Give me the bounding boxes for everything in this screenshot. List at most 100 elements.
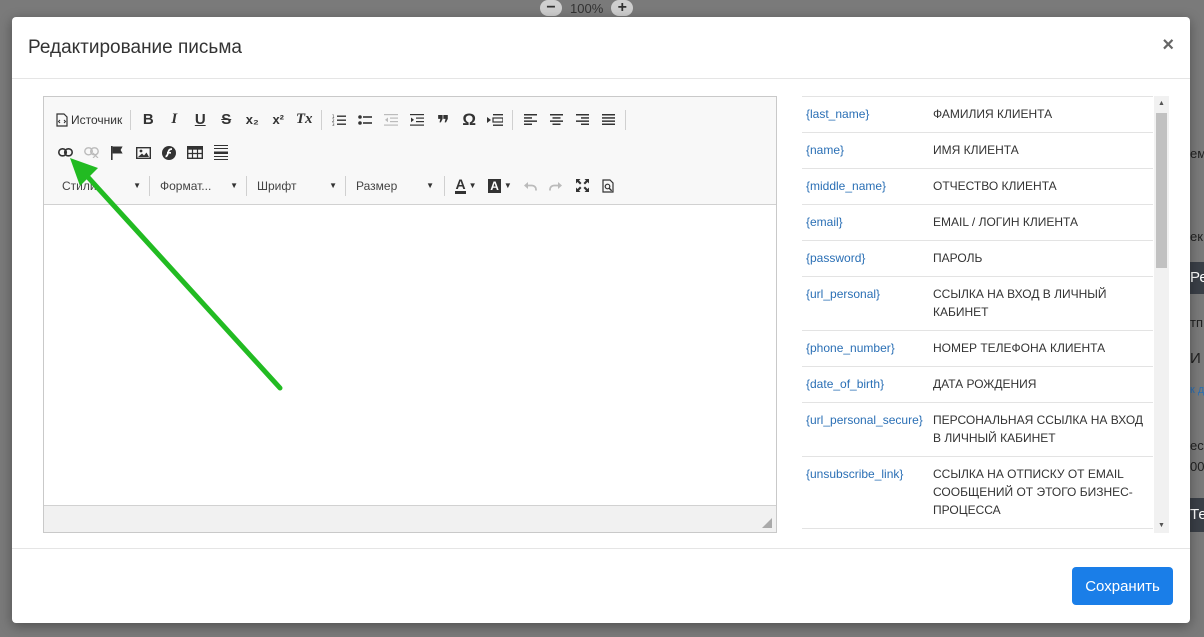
table-row: {middle_name} ОТЧЕСТВО КЛИЕНТА bbox=[802, 168, 1153, 205]
horizontal-rule-button[interactable] bbox=[208, 141, 234, 165]
toolbar-separator bbox=[444, 175, 445, 196]
variable-description: EMAIL / ЛОГИН КЛИЕНТА bbox=[929, 204, 1153, 241]
variable-description: ДАТА РОЖДЕНИЯ bbox=[929, 366, 1153, 403]
resize-grip-icon[interactable] bbox=[762, 518, 772, 528]
variable-key: {date_of_birth} bbox=[802, 366, 929, 403]
zoom-out-button[interactable]: − bbox=[540, 0, 562, 16]
superscript-button[interactable]: x² bbox=[265, 108, 291, 132]
bg-fragment: И bbox=[1190, 350, 1201, 367]
bulleted-list-icon bbox=[358, 114, 373, 125]
chevron-down-icon: ▼ bbox=[329, 181, 337, 190]
italic-button[interactable]: I bbox=[161, 108, 187, 132]
remove-format-button[interactable]: Tx bbox=[291, 108, 317, 132]
special-char-button[interactable]: Ω bbox=[456, 108, 482, 132]
zoom-level: 100% bbox=[570, 0, 604, 16]
chevron-down-icon: ▼ bbox=[503, 181, 512, 190]
toolbar-row-2 bbox=[52, 136, 768, 169]
variable-key: {today} bbox=[802, 528, 929, 533]
scroll-up-icon[interactable]: ▲ bbox=[1154, 96, 1169, 111]
variable-description: НОМЕР ТЕЛЕФОНА КЛИЕНТА bbox=[929, 330, 1153, 367]
text-color-button[interactable]: A ▼ bbox=[449, 174, 483, 198]
horizontal-rule-icon bbox=[214, 144, 228, 160]
indent-button[interactable] bbox=[404, 108, 430, 132]
modal-footer: Сохранить bbox=[12, 548, 1190, 623]
source-button[interactable]: Источник bbox=[52, 108, 126, 132]
zoom-control: − 100% + bbox=[540, 0, 634, 16]
link-button[interactable] bbox=[52, 141, 78, 165]
editor-content-area[interactable] bbox=[44, 205, 776, 505]
table-row: {name} ИМЯ КЛИЕНТА bbox=[802, 132, 1153, 169]
bulleted-list-button[interactable] bbox=[352, 108, 378, 132]
toolbar-separator bbox=[321, 109, 323, 130]
variable-key: {url_personal_secure} bbox=[802, 402, 929, 457]
variable-description: ОТЧЕСТВО КЛИЕНТА bbox=[929, 168, 1153, 205]
scroll-down-icon[interactable]: ▼ bbox=[1154, 518, 1169, 533]
styles-combo[interactable]: Стили ▼ bbox=[52, 174, 147, 198]
styles-combo-label: Стили bbox=[62, 178, 97, 193]
image-button[interactable] bbox=[130, 141, 156, 165]
table-row: {phone_number} НОМЕР ТЕЛЕФОНА КЛИЕНТА bbox=[802, 330, 1153, 367]
flash-button[interactable] bbox=[156, 141, 182, 165]
align-left-button[interactable] bbox=[517, 108, 543, 132]
format-combo-label: Формат... bbox=[160, 178, 212, 193]
font-combo[interactable]: Шрифт ▼ bbox=[249, 174, 343, 198]
bg-fragment: тп bbox=[1190, 315, 1203, 330]
outdent-button[interactable] bbox=[378, 108, 404, 132]
toolbar-row-1: Источник B I U S x₂ x² Tx 123 ❞ Ω bbox=[52, 103, 768, 136]
modal-title: Редактирование письма bbox=[28, 37, 242, 58]
zoom-in-button[interactable]: + bbox=[611, 0, 634, 16]
toolbar-row-3: Стили ▼ Формат... ▼ Шрифт ▼ Размер ▼ A ▼… bbox=[52, 169, 768, 202]
numbered-list-icon: 123 bbox=[332, 114, 347, 126]
table-row: {url_personal} ССЫЛКА НА ВХОД В ЛИЧНЫЙ КА… bbox=[802, 276, 1153, 331]
variable-description: ПАРОЛЬ bbox=[929, 240, 1153, 277]
background-right-fragments: ема ек Ре тп И к д ест 00 Те bbox=[1190, 0, 1204, 637]
table-row: {email} EMAIL / ЛОГИН КЛИЕНТА bbox=[802, 204, 1153, 241]
unlink-icon bbox=[83, 147, 99, 158]
scrollbar-thumb[interactable] bbox=[1156, 113, 1167, 268]
underline-button[interactable]: U bbox=[187, 108, 213, 132]
indent-icon bbox=[410, 113, 425, 126]
close-icon[interactable]: × bbox=[1162, 35, 1174, 55]
flash-icon bbox=[162, 145, 176, 160]
unlink-button[interactable] bbox=[78, 141, 104, 165]
table-row: {date_of_birth} ДАТА РОЖДЕНИЯ bbox=[802, 366, 1153, 403]
insert-div-button[interactable] bbox=[482, 108, 508, 132]
save-button[interactable]: Сохранить bbox=[1072, 567, 1173, 605]
numbered-list-button[interactable]: 123 bbox=[326, 108, 352, 132]
align-center-button[interactable] bbox=[543, 108, 569, 132]
size-combo[interactable]: Размер ▼ bbox=[348, 174, 440, 198]
toolbar-separator bbox=[625, 109, 627, 130]
align-center-icon bbox=[549, 114, 563, 125]
align-justify-icon bbox=[601, 114, 615, 125]
anchor-button[interactable] bbox=[104, 141, 130, 165]
redo-button[interactable] bbox=[543, 174, 569, 198]
variables-scrollbar[interactable]: ▲ ▼ bbox=[1154, 96, 1169, 533]
source-label: Источник bbox=[71, 112, 123, 127]
modal-header: Редактирование письма × bbox=[12, 17, 1190, 79]
chevron-down-icon: ▼ bbox=[426, 181, 434, 190]
subscript-button[interactable]: x₂ bbox=[239, 108, 265, 132]
maximize-icon bbox=[575, 179, 589, 192]
align-right-button[interactable] bbox=[569, 108, 595, 132]
svg-text:3: 3 bbox=[332, 122, 335, 126]
strikethrough-button[interactable]: S bbox=[213, 108, 239, 132]
toolbar-separator bbox=[149, 175, 150, 196]
undo-button[interactable] bbox=[517, 174, 543, 198]
align-justify-button[interactable] bbox=[595, 108, 621, 132]
blockquote-button[interactable]: ❞ bbox=[430, 108, 456, 136]
variable-description: ПЕРСОНАЛЬНАЯ ССЫЛКА НА ВХОД В ЛИЧНЫЙ КАБ… bbox=[929, 402, 1153, 457]
background-color-button[interactable]: A ▼ bbox=[483, 174, 517, 198]
variable-key: {email} bbox=[802, 204, 929, 241]
bold-button[interactable]: B bbox=[135, 108, 161, 132]
preview-button[interactable] bbox=[595, 174, 621, 198]
variable-key: {middle_name} bbox=[802, 168, 929, 205]
align-left-icon bbox=[523, 114, 537, 125]
format-combo[interactable]: Формат... ▼ bbox=[152, 174, 244, 198]
modal-body: Источник B I U S x₂ x² Tx 123 ❞ Ω Стили … bbox=[12, 80, 1190, 548]
table-button[interactable] bbox=[182, 141, 208, 165]
edit-email-modal: Редактирование письма × Источник B I U S… bbox=[12, 17, 1190, 623]
chevron-down-icon: ▼ bbox=[230, 181, 238, 190]
bg-fragment: Ре bbox=[1190, 262, 1204, 294]
maximize-button[interactable] bbox=[569, 174, 595, 198]
table-row: {unsubscribe_link} ССЫЛКА НА ОТПИСКУ ОТ E… bbox=[802, 456, 1153, 529]
